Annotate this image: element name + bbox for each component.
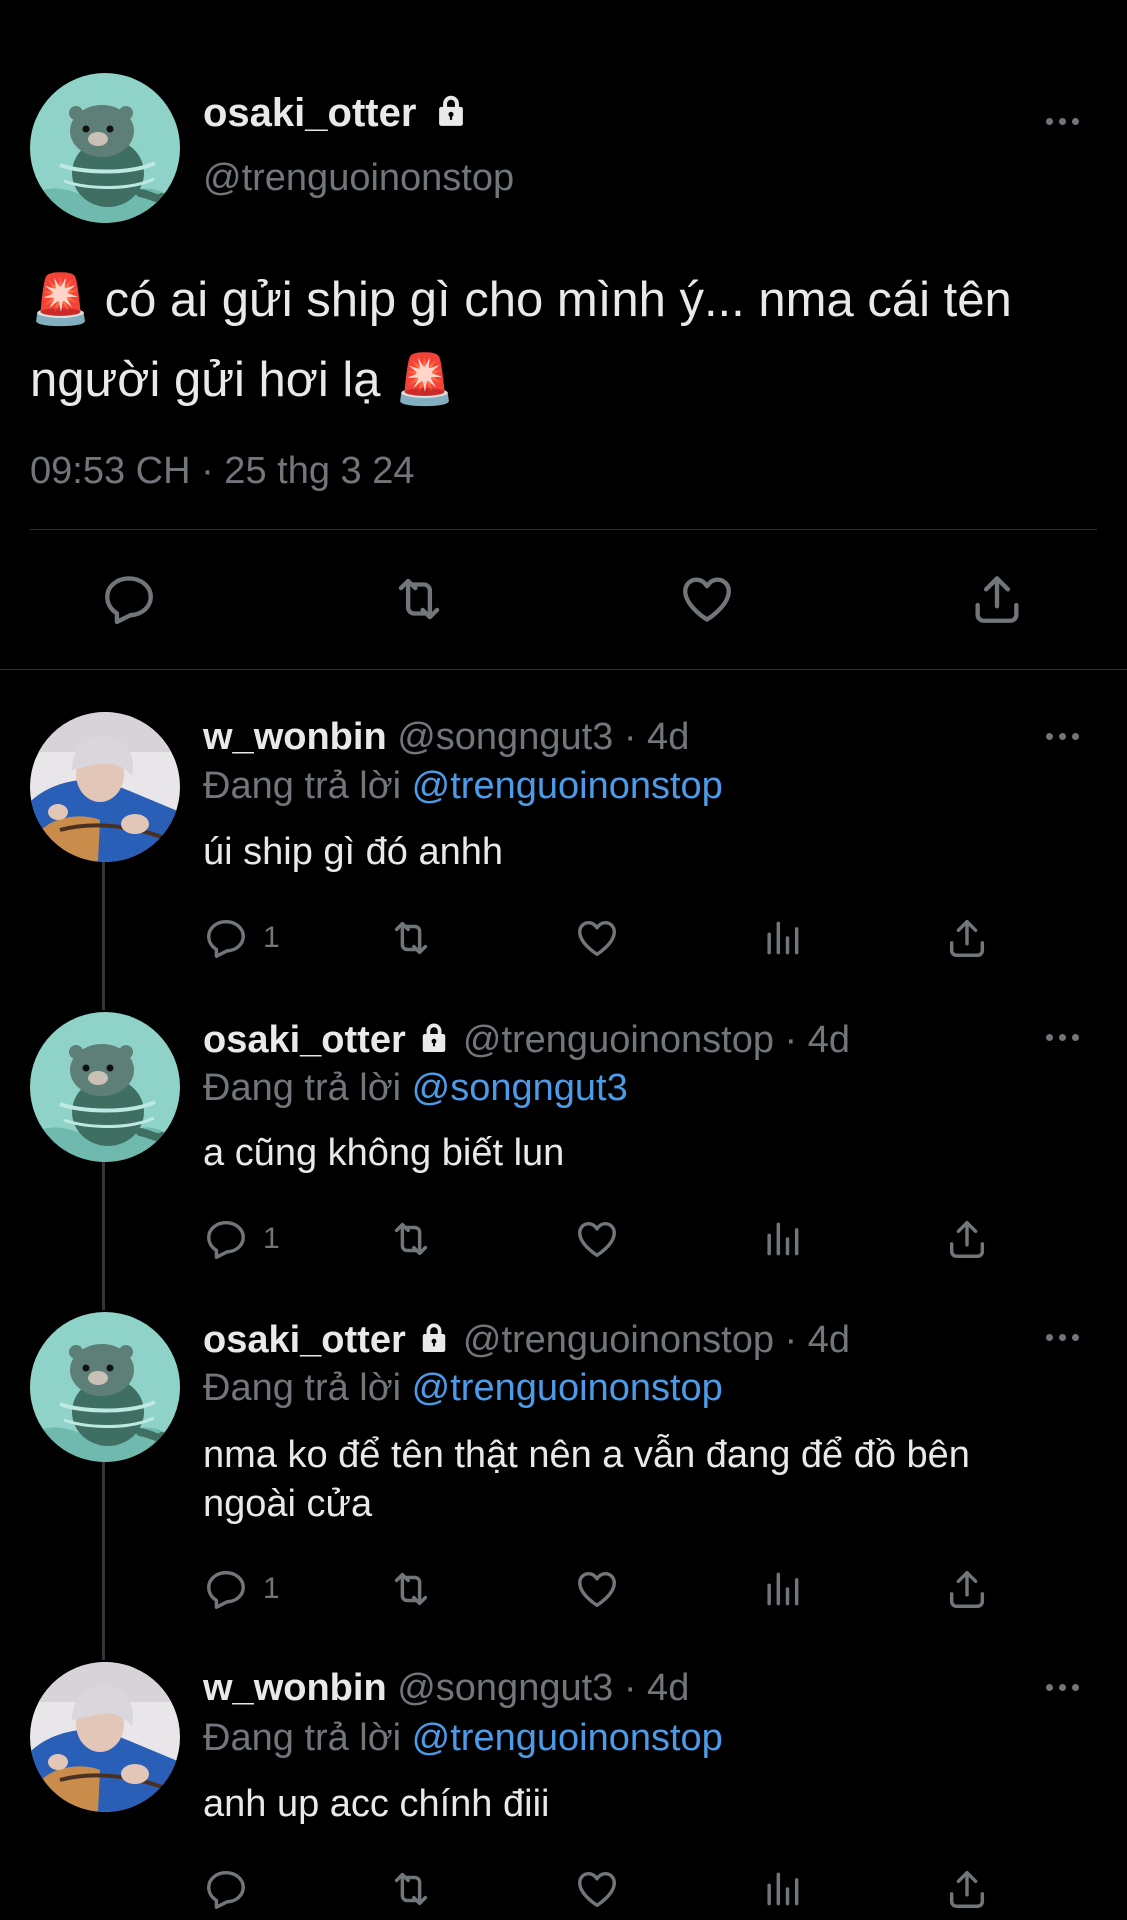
display-name[interactable]: osaki_otter [203,91,416,135]
reply-count: 1 [263,921,280,954]
thread-line [102,1462,105,1660]
tweet-text: 🚨 có ai gửi ship gì cho mình ý... nma cá… [30,260,1110,420]
replying-to-label: Đang trả lời [203,1367,402,1409]
display-name[interactable]: w_wonbin [203,1667,387,1709]
tweet-text-line: người gửi hơi lạ 🚨 [30,353,456,407]
share-icon[interactable] [944,1566,990,1612]
divider [0,669,1127,670]
replying-to-label: Đang trả lời [203,1717,402,1759]
retweet-icon[interactable] [386,915,436,961]
thread-line [102,862,105,1010]
handle-time[interactable]: @songngut3 · 4d [397,1667,689,1709]
like-icon[interactable] [574,1216,620,1262]
views-icon[interactable] [760,1866,804,1912]
share-icon[interactable] [944,1866,990,1912]
divider [30,529,1097,530]
display-name[interactable]: osaki_otter [203,1319,406,1361]
display-name[interactable]: w_wonbin [203,716,387,758]
like-icon[interactable] [574,915,620,961]
reply-count: 1 [263,1222,280,1255]
handle[interactable]: @trenguoinonstop [203,156,514,200]
display-name[interactable]: osaki_otter [203,1019,406,1061]
handle-time[interactable]: @songngut3 · 4d [397,716,689,758]
reply-icon[interactable] [203,1866,249,1912]
more-icon[interactable] [1046,733,1079,740]
timestamp[interactable]: 09:53 CH · 25 thg 3 24 [30,449,414,493]
reply-text: úi ship gì đó anhh [203,831,504,873]
lock-icon [432,91,470,139]
like-icon[interactable] [574,1866,620,1912]
reply-icon[interactable] [203,1216,249,1262]
views-icon[interactable] [760,915,804,961]
avatar[interactable] [30,1662,180,1812]
reply-text: nma ko để tên thật nên a vẫn đang để đồ … [203,1431,1103,1529]
avatar[interactable] [30,1012,180,1162]
share-icon[interactable] [944,915,990,961]
avatar[interactable] [30,712,180,862]
views-icon[interactable] [760,1216,804,1262]
reply-to-link[interactable]: @trenguoinonstop [412,1367,723,1409]
handle-time[interactable]: @trenguoinonstop · 4d [463,1019,850,1061]
more-icon[interactable] [1046,1684,1079,1691]
more-icon[interactable] [1046,118,1079,125]
retweet-icon[interactable] [386,1866,436,1912]
reply-to-link[interactable]: @trenguoinonstop [412,765,723,807]
reply-icon[interactable] [203,915,249,961]
share-icon[interactable] [944,1216,990,1262]
reply-text: anh up acc chính điii [203,1783,550,1825]
avatar[interactable] [30,1312,180,1462]
reply-to-link[interactable]: @songngut3 [412,1067,628,1109]
reply-to-link[interactable]: @trenguoinonstop [412,1717,723,1759]
avatar[interactable] [30,73,180,223]
retweet-icon[interactable] [386,1216,436,1262]
tweet-text-line: 🚨 có ai gửi ship gì cho mình ý... nma cá… [30,273,1012,327]
reply-count: 1 [263,1572,280,1605]
views-icon[interactable] [760,1566,804,1612]
reply-text-line: nma ko để tên thật nên a vẫn đang để đồ … [203,1434,970,1476]
thread-line [102,1162,105,1310]
share-icon[interactable] [968,570,1026,628]
replying-to-label: Đang trả lời [203,1067,402,1109]
reply-text-line: ngoài cửa [203,1483,373,1525]
replying-to-label: Đang trả lời [203,765,402,807]
handle-time[interactable]: @trenguoinonstop · 4d [463,1319,850,1361]
reply-text: a cũng không biết lun [203,1132,565,1174]
reply-icon[interactable] [100,570,158,628]
lock-icon [416,1019,452,1065]
lock-icon [416,1319,452,1365]
retweet-icon[interactable] [386,1566,436,1612]
reply-icon[interactable] [203,1566,249,1612]
more-icon[interactable] [1046,1034,1079,1041]
more-icon[interactable] [1046,1334,1079,1341]
like-icon[interactable] [574,1566,620,1612]
like-icon[interactable] [678,570,736,628]
retweet-icon[interactable] [388,570,450,628]
